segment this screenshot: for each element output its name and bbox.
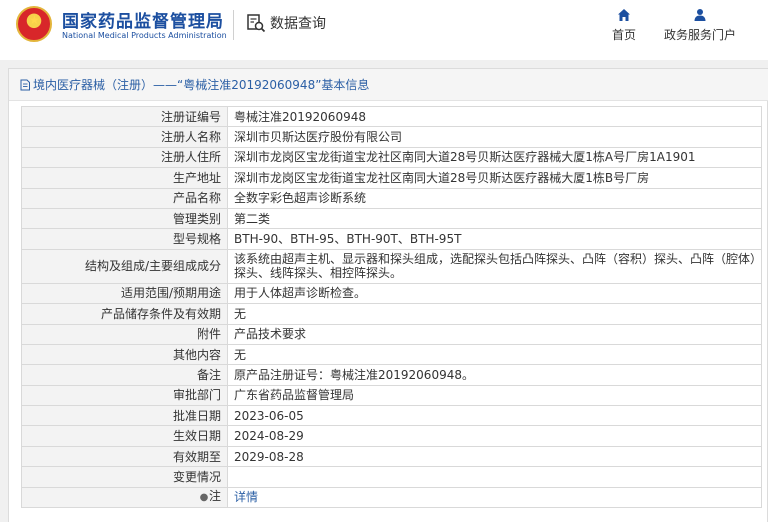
site-header: ★ 国家药品监督管理局 National Medical Products Ad… <box>0 0 768 60</box>
table-row: 适用范围/预期用途 用于人体超声诊断检查。 <box>21 282 762 305</box>
home-icon <box>618 9 630 21</box>
note-label-cell: ●注 <box>21 486 228 509</box>
row-value: 广东省药品监督管理局 <box>227 384 762 407</box>
data-query-label: 数据查询 <box>270 16 326 32</box>
row-label: 注册证编号 <box>21 105 228 128</box>
row-value: 用于人体超声诊断检查。 <box>227 282 762 305</box>
row-label: 注册人住所 <box>21 146 228 169</box>
row-label: 生效日期 <box>21 425 228 447</box>
table-row: 变更情况 <box>21 466 762 488</box>
row-label: 管理类别 <box>21 207 228 230</box>
row-label: 产品名称 <box>21 187 228 209</box>
row-value: 原产品注册证号：粤械注准20192060948。 <box>227 364 762 386</box>
row-value: 无 <box>227 343 762 366</box>
info-table: 注册证编号 粤械注准20192060948 注册人名称 深圳市贝斯达医疗股份有限… <box>21 105 762 509</box>
details-link[interactable]: 详情 <box>234 490 258 504</box>
nav-home-label: 首页 <box>611 28 636 42</box>
row-label: 生产地址 <box>21 167 228 189</box>
row-value: BTH-90、BTH-95、BTH-90T、BTH-95T <box>227 228 762 250</box>
panel-title: 境内医疗器械（注册）——“粤械注准20192060948”基本信息 <box>33 78 370 92</box>
table-row: 产品名称 全数字彩色超声诊断系统 <box>21 187 762 209</box>
table-row: 审批部门 广东省药品监督管理局 <box>21 384 762 407</box>
table-row: ●注 详情 <box>21 486 762 509</box>
row-label: 变更情况 <box>21 466 228 488</box>
table-row: 生效日期 2024-08-29 <box>21 425 762 447</box>
site-name-cn[interactable]: 国家药品监督管理局 <box>62 7 224 32</box>
row-value: 2023-06-05 <box>227 405 762 427</box>
row-label: 结构及组成/主要组成成分 <box>21 248 228 284</box>
row-label: 批准日期 <box>21 405 228 427</box>
row-value: 粤械注准20192060948 <box>227 105 762 128</box>
data-query-link[interactable]: 数据查询 <box>246 12 326 34</box>
table-row: 备注 原产品注册证号：粤械注准20192060948。 <box>21 364 762 386</box>
table-row: 其他内容 无 <box>21 343 762 366</box>
row-value: 深圳市贝斯达医疗股份有限公司 <box>227 126 762 148</box>
row-value: 深圳市龙岗区宝龙街道宝龙社区南同大道28号贝斯达医疗器械大厦1栋B号厂房 <box>227 167 762 189</box>
row-value: 全数字彩色超声诊断系统 <box>227 187 762 209</box>
table-row: 批准日期 2023-06-05 <box>21 405 762 427</box>
site-name-en[interactable]: National Medical Products Administration <box>62 31 227 40</box>
row-value: 该系统由超声主机、显示器和探头组成，选配探头包括凸阵探头、凸阵（容积）探头、凸阵… <box>227 248 762 284</box>
row-value: 深圳市龙岗区宝龙街道宝龙社区南同大道28号贝斯达医疗器械大厦1栋A号厂房1A19… <box>227 146 762 169</box>
document-icon <box>20 79 30 90</box>
row-value: 2029-08-28 <box>227 445 762 468</box>
row-label: 型号规格 <box>21 228 228 250</box>
row-label: 附件 <box>21 323 228 345</box>
row-label: 审批部门 <box>21 384 228 407</box>
row-value: 无 <box>227 303 762 325</box>
nav-home[interactable]: 首页 <box>610 8 638 43</box>
table-row: 产品储存条件及有效期 无 <box>21 303 762 325</box>
table-row: 结构及组成/主要组成成分 该系统由超声主机、显示器和探头组成，选配探头包括凸阵探… <box>21 248 762 284</box>
note-value-cell: 详情 <box>227 486 762 509</box>
row-value: 第二类 <box>227 207 762 230</box>
row-label: 注 <box>208 489 221 504</box>
table-row: 注册人住所 深圳市龙岗区宝龙街道宝龙社区南同大道28号贝斯达医疗器械大厦1栋A号… <box>21 146 762 169</box>
user-icon <box>694 9 706 21</box>
header-divider <box>233 10 234 40</box>
table-row: 型号规格 BTH-90、BTH-95、BTH-90T、BTH-95T <box>21 228 762 250</box>
table-row: 生产地址 深圳市龙岗区宝龙街道宝龙社区南同大道28号贝斯达医疗器械大厦1栋B号厂… <box>21 167 762 189</box>
lightbulb-icon: ● <box>199 492 209 504</box>
national-emblem-logo[interactable]: ★ <box>16 6 52 42</box>
row-value: 2024-08-29 <box>227 425 762 447</box>
row-label: 适用范围/预期用途 <box>21 282 228 305</box>
nav-portal-label: 政务服务门户 <box>663 28 736 42</box>
row-label: 备注 <box>21 364 228 386</box>
document-search-icon <box>247 14 266 33</box>
panel-title-bar: 境内医疗器械（注册）——“粤械注准20192060948”基本信息 <box>9 69 768 101</box>
row-label: 有效期至 <box>21 445 228 468</box>
row-label: 其他内容 <box>21 343 228 366</box>
row-value: 产品技术要求 <box>227 323 762 345</box>
nav-service-portal[interactable]: 政务服务门户 <box>662 8 738 43</box>
row-label: 注册人名称 <box>21 126 228 148</box>
row-value <box>227 466 762 488</box>
table-row: 注册证编号 粤械注准20192060948 <box>21 105 762 128</box>
table-row: 附件 产品技术要求 <box>21 323 762 345</box>
table-row: 有效期至 2029-08-28 <box>21 445 762 468</box>
table-row: 注册人名称 深圳市贝斯达医疗股份有限公司 <box>21 126 762 148</box>
table-row: 管理类别 第二类 <box>21 207 762 230</box>
row-label: 产品储存条件及有效期 <box>21 303 228 325</box>
device-info-panel: 境内医疗器械（注册）——“粤械注准20192060948”基本信息 注册证编号 … <box>8 68 768 522</box>
